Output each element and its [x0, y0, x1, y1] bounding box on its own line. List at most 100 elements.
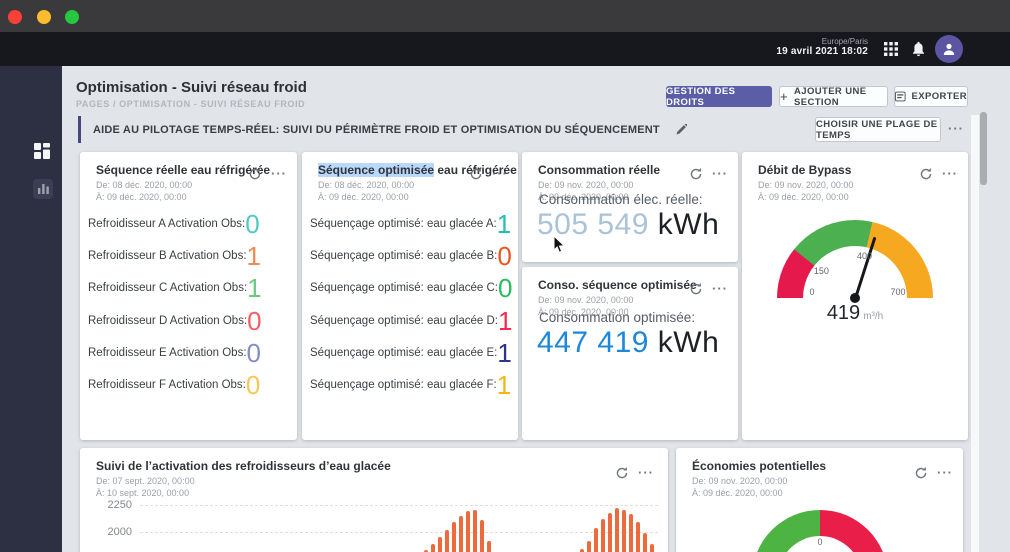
- sequence-row: Refroidisseur F Activation Obs:0: [88, 369, 297, 401]
- value-unit: kWh: [658, 208, 720, 241]
- notifications-bell-icon[interactable]: [912, 41, 925, 57]
- scrollbar-track[interactable]: [971, 115, 979, 552]
- consumption-value: 447 419 kWh: [537, 326, 719, 360]
- sequence-row-label: Séquençage optimisé: eau glacée C:: [310, 282, 498, 294]
- sidebar-item-dashboard[interactable]: [34, 143, 50, 159]
- gauge-tick: 0: [809, 287, 814, 297]
- card-title: Conso. séquence optimisée: [538, 278, 697, 292]
- card-title: Débit de Bypass: [758, 163, 851, 177]
- add-section-button[interactable]: + AJOUTER UNE SECTION: [779, 86, 888, 107]
- sequence-row: Refroidisseur E Activation Obs:0: [88, 337, 297, 369]
- sequence-row-label: Refroidisseur B Activation Obs:: [88, 250, 247, 262]
- gauge-tick-zero: 0: [817, 537, 822, 547]
- sequence-row-value: 1: [498, 308, 512, 334]
- bar-chart-icon: [38, 184, 49, 194]
- date-to: À: 09 déc. 2020, 00:00: [758, 191, 853, 203]
- edit-section-pencil-icon[interactable]: [676, 124, 687, 135]
- sequence-row-value: 0: [498, 275, 512, 301]
- chart-bar: [431, 544, 435, 552]
- chart-bar: [587, 541, 591, 552]
- date-to: À: 09 déc. 2020, 00:00: [692, 487, 787, 499]
- sequence-rows: Refroidisseur A Activation Obs:0 Refroidi…: [88, 208, 297, 401]
- refresh-icon[interactable]: [919, 167, 933, 181]
- section-title: AIDE AU PILOTAGE TEMPS-RÉEL: SUIVI DU PÉ…: [93, 124, 660, 136]
- sequence-row-value: 1: [497, 372, 511, 398]
- mouse-cursor: [553, 235, 566, 254]
- sequence-row: Séquençage optimisé: eau glacée B:0: [310, 240, 518, 272]
- card-more-menu[interactable]: ···: [712, 169, 728, 179]
- sidebar-item-analytics[interactable]: [33, 179, 53, 199]
- section-more-menu[interactable]: ···: [948, 124, 964, 134]
- apps-grid-icon[interactable]: [884, 42, 898, 56]
- refresh-icon[interactable]: [689, 282, 703, 296]
- card-real-sequence: Séquence réelle eau réfrigérée De: 08 dé…: [80, 152, 297, 440]
- chart-bar: [629, 514, 633, 552]
- sequence-row-label: Refroidisseur E Activation Obs:: [88, 347, 247, 359]
- card-date-range: De: 08 déc. 2020, 00:00 À: 09 déc. 2020,…: [96, 179, 192, 203]
- sequence-row: Séquençage optimisé: eau glacée F:1: [310, 369, 518, 401]
- value-number: 419: [827, 302, 860, 324]
- minimize-window-button[interactable]: [37, 10, 51, 24]
- card-optimized-consumption: Conso. séquence optimisée De: 09 nov. 20…: [522, 267, 738, 440]
- card-more-menu[interactable]: ···: [712, 284, 728, 294]
- sequence-row-value: 0: [245, 211, 259, 237]
- refresh-icon[interactable]: [914, 466, 928, 480]
- chart-bar: [650, 544, 654, 552]
- sequence-row-value: 1: [497, 211, 511, 237]
- manage-rights-button[interactable]: GESTION DES DROITS: [666, 86, 772, 107]
- export-label: EXPORTER: [912, 91, 967, 102]
- consumption-label: Consommation élec. réelle:: [539, 192, 703, 207]
- choose-time-range-button[interactable]: CHOISIR UNE PLAGE DE TEMPS: [815, 117, 941, 142]
- card-optimized-sequence: Séquence optimisée eau réfrigérée De: 08…: [302, 152, 518, 440]
- timezone-label: Europe/Paris: [748, 37, 868, 46]
- refresh-icon[interactable]: [248, 167, 262, 181]
- y-axis-tick-label: 2000: [90, 526, 132, 538]
- user-avatar[interactable]: [935, 35, 963, 63]
- page-title: Optimisation - Suivi réseau froid: [76, 79, 307, 96]
- sequence-row-label: Séquençage optimisé: eau glacée D:: [310, 315, 498, 327]
- chart-bar: [615, 508, 619, 552]
- sequence-row: Séquençage optimisé: eau glacée A:1: [310, 208, 518, 240]
- card-more-menu[interactable]: ···: [271, 169, 287, 179]
- export-button[interactable]: EXPORTER: [894, 86, 968, 107]
- card-bypass-flow: Débit de Bypass De: 09 nov. 2020, 00:00 …: [742, 152, 968, 440]
- sequence-row: Refroidisseur A Activation Obs:0: [88, 208, 297, 240]
- gauge-tick: 150: [814, 266, 829, 276]
- sequence-row-label: Séquençage optimisé: eau glacée B:: [310, 250, 497, 262]
- close-window-button[interactable]: [8, 10, 22, 24]
- sequence-row: Séquençage optimisé: eau glacée C:0: [310, 272, 518, 304]
- chart-bar: [445, 530, 449, 552]
- card-more-menu[interactable]: ···: [942, 169, 958, 179]
- app-header-bar: Europe/Paris 19 avril 2021 18:02: [0, 32, 1010, 66]
- card-more-menu[interactable]: ···: [492, 169, 508, 179]
- left-sidebar: [0, 66, 62, 552]
- card-more-menu[interactable]: ···: [937, 468, 953, 478]
- gauge-tick: 700: [890, 287, 905, 297]
- selected-text: Séquence optimisée: [318, 163, 434, 177]
- scrollbar-thumb[interactable]: [980, 112, 987, 185]
- add-section-label: AJOUTER UNE SECTION: [794, 86, 887, 108]
- card-date-range: De: 08 déc. 2020, 00:00 À: 09 déc. 2020,…: [318, 179, 414, 203]
- refresh-icon[interactable]: [469, 167, 483, 181]
- sequence-row-value: 0: [247, 308, 261, 334]
- sequence-rows: Séquençage optimisé: eau glacée A:1Séque…: [310, 208, 518, 401]
- datetime-label: 19 avril 2021 18:02: [748, 46, 868, 57]
- sequence-row: Refroidisseur D Activation Obs:0: [88, 305, 297, 337]
- savings-gauge: 0: [752, 510, 888, 552]
- breadcrumb: PAGES / OPTIMISATION - SUIVI RÉSEAU FROI…: [76, 99, 305, 109]
- card-title: Consommation réelle: [538, 163, 660, 177]
- bypass-gauge: 0150400700: [777, 220, 933, 298]
- manage-rights-label: GESTION DES DROITS: [666, 86, 772, 108]
- refresh-icon[interactable]: [689, 167, 703, 181]
- sequence-row-label: Séquençage optimisé: eau glacée F:: [310, 379, 497, 391]
- plus-icon: +: [780, 92, 788, 102]
- zoom-window-button[interactable]: [65, 10, 79, 24]
- chart-bar: [473, 510, 477, 552]
- card-chillers-activation-chart: Suivi de l’activation des refroidisseurs…: [80, 448, 668, 552]
- date-from: De: 08 déc. 2020, 00:00: [96, 179, 192, 191]
- window-titlebar: [0, 0, 1010, 32]
- date-to: À: 09 déc. 2020, 00:00: [96, 191, 192, 203]
- date-from: De: 09 nov. 2020, 00:00: [692, 475, 787, 487]
- sequence-row-label: Refroidisseur D Activation Obs:: [88, 315, 247, 327]
- chart-bar: [643, 533, 647, 552]
